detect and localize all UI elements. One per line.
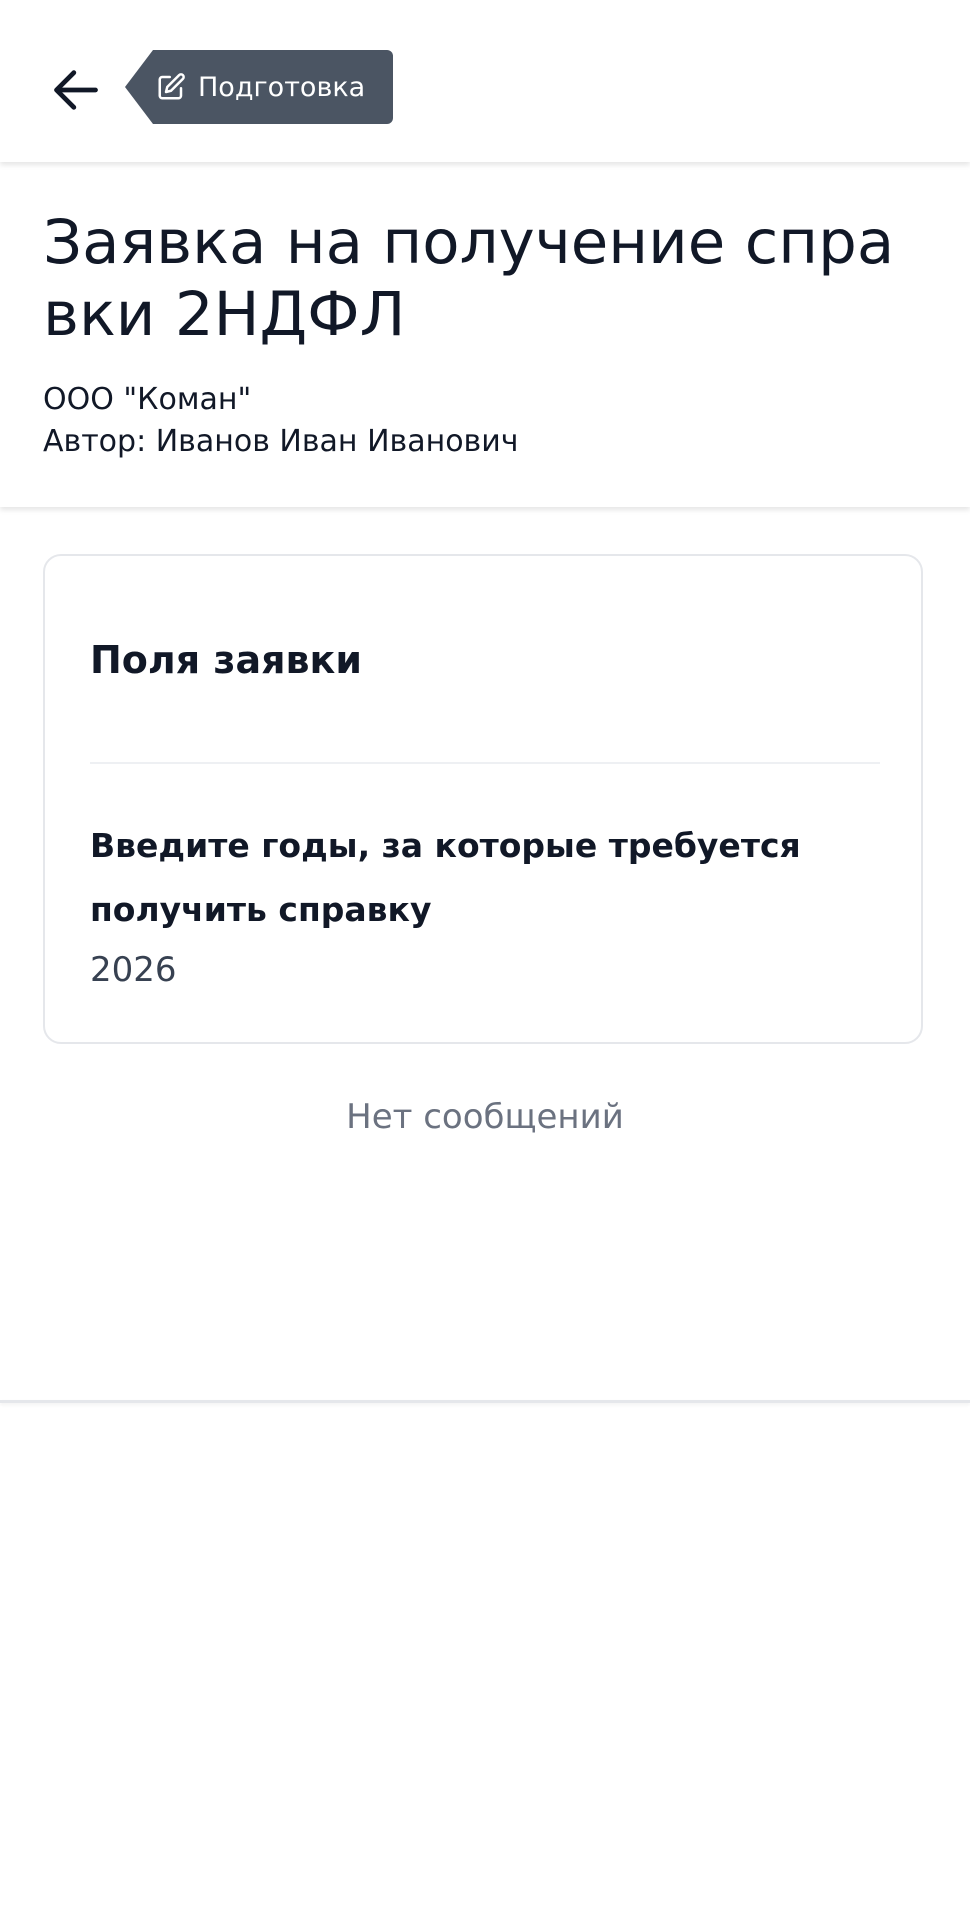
card-title: Поля заявки: [90, 638, 362, 682]
status-tag[interactable]: Подготовка: [125, 50, 394, 124]
request-header: Заявка на получение справки 2НДФЛ ООО "К…: [0, 162, 970, 507]
arrow-left-icon: [54, 70, 98, 110]
author-name: Автор: Иванов Иван Иванович: [43, 424, 519, 459]
status-tag-body: Подготовка: [153, 50, 394, 124]
organization-name: ООО "Коман": [43, 382, 252, 417]
request-fields-card: Поля заявки Введите годы, за которые тре…: [43, 554, 923, 1044]
field-value: 2026: [90, 950, 177, 990]
status-label: Подготовка: [198, 71, 366, 103]
status-tag-point: [125, 50, 153, 124]
bottom-divider: [0, 1400, 970, 1403]
page-title: Заявка на получение справки 2НДФЛ: [43, 207, 895, 350]
back-button[interactable]: [40, 54, 112, 126]
edit-icon: [158, 73, 185, 100]
top-bar: Подготовка: [0, 0, 970, 162]
empty-messages-text: Нет сообщений: [346, 1097, 624, 1137]
card-divider: [90, 762, 880, 764]
field-label: Введите годы, за которые требуется получ…: [90, 826, 801, 929]
